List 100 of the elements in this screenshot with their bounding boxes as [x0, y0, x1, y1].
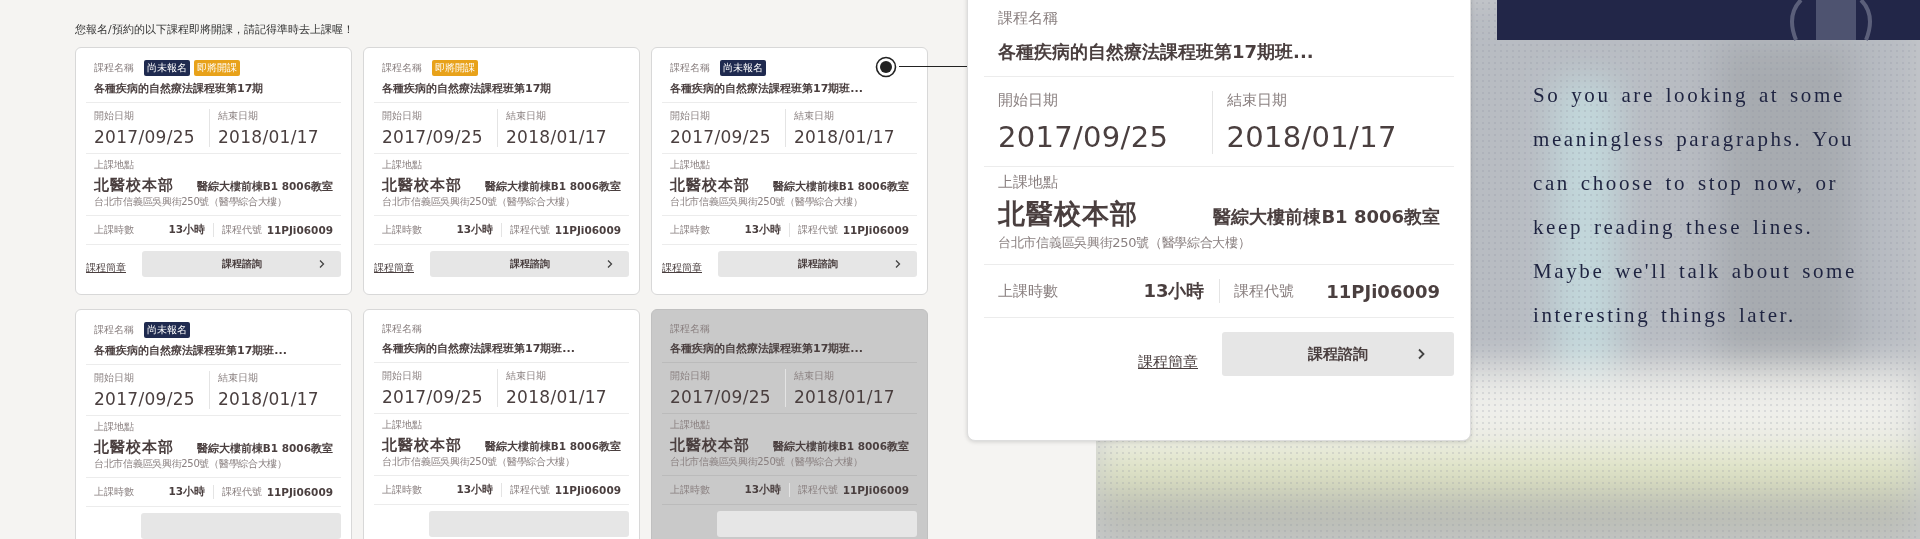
field-label: 上課地點: [94, 158, 135, 172]
field-label: 上課地點: [382, 158, 423, 172]
field-label: 課程名稱: [94, 61, 134, 75]
field-label: 結束日期: [506, 369, 547, 383]
course-code: 11PJi06009: [842, 224, 909, 236]
campus-name: 北醫校本部: [94, 176, 174, 195]
course-code: 11PJi06009: [266, 486, 333, 498]
end-date: 2018/01/17: [794, 127, 896, 147]
course-title: 各種疾病的自然療法課程班第17期班...: [94, 343, 288, 358]
address-text: 台北市信義區吳興街250號（醫學綜合大樓）: [998, 234, 1252, 252]
chevron-icon: [607, 259, 613, 269]
room-text: 醫綜大樓前棟B1 8006教室: [772, 180, 909, 194]
status-badge: 即將開課: [194, 60, 240, 76]
field-label: 開始日期: [998, 91, 1059, 110]
field-label: 課程代號: [798, 223, 838, 237]
brochure-link[interactable]: 課程簡章: [374, 261, 414, 275]
address-text: 台北市信義區吳興街250號（醫學綜合大樓）: [94, 457, 288, 471]
field-label: 課程代號: [798, 483, 838, 497]
consult-button[interactable]: [429, 511, 629, 537]
course-code: 11PJi06009: [1326, 280, 1440, 302]
field-label: 結束日期: [218, 371, 259, 385]
hours-value: 13小時: [744, 223, 781, 237]
course-title: 各種疾病的自然療法課程班第17期班...: [382, 341, 576, 356]
hours-value: 13小時: [168, 485, 205, 499]
consult-button[interactable]: [141, 513, 341, 539]
chevron-icon: [319, 259, 325, 269]
campus-name: 北醫校本部: [94, 438, 174, 457]
course-title: 各種疾病的自然療法課程班第17期: [94, 81, 265, 96]
campus-name: 北醫校本部: [382, 436, 462, 455]
hours-value: 13小時: [456, 483, 493, 497]
field-label: 開始日期: [670, 369, 711, 383]
status-badge: 即將開課: [432, 60, 478, 76]
campus-name: 北醫校本部: [998, 197, 1138, 231]
start-date: 2017/09/25: [670, 127, 772, 147]
field-label: 課程名稱: [998, 9, 1059, 28]
course-title: 各種疾病的自然療法課程班第17期: [382, 81, 553, 96]
field-label: 結束日期: [794, 109, 835, 123]
field-label: 開始日期: [382, 369, 423, 383]
room-text: 醫綜大樓前棟B1 8006教室: [196, 180, 333, 194]
consult-button[interactable]: 課程諮詢: [142, 251, 341, 277]
campus-name: 北醫校本部: [670, 436, 750, 455]
chevron-icon: [895, 259, 901, 269]
start-date: 2017/09/25: [94, 127, 196, 147]
field-label: 開始日期: [670, 109, 711, 123]
end-date: 2018/01/17: [218, 127, 320, 147]
field-label: 上課地點: [382, 418, 423, 432]
status-badge: 尚未報名: [144, 60, 190, 76]
start-date: 2017/09/25: [382, 127, 484, 147]
field-label: 課程代號: [222, 485, 262, 499]
field-label: 課程代號: [222, 223, 262, 237]
field-label: 上課時數: [382, 483, 422, 497]
field-label: 課程代號: [1233, 281, 1294, 301]
address-text: 台北市信義區吳興街250號（醫學綜合大樓）: [670, 455, 864, 469]
course-code: 11PJi06009: [554, 224, 621, 236]
field-label: 結束日期: [794, 369, 835, 383]
room-text: 醫綜大樓前棟B1 8006教室: [196, 442, 333, 456]
end-date: 2018/01/17: [794, 387, 896, 407]
field-label: 課程名稱: [382, 322, 422, 336]
field-label: 開始日期: [94, 371, 135, 385]
hours-value: 13小時: [1143, 279, 1205, 303]
status-badge: 尚未報名: [144, 322, 190, 338]
end-date: 2018/01/17: [218, 389, 320, 409]
address-text: 台北市信義區吳興街250號（醫學綜合大樓）: [382, 195, 576, 209]
start-date: 2017/09/25: [94, 389, 196, 409]
chevron-icon: [1417, 347, 1426, 361]
hours-value: 13小時: [456, 223, 493, 237]
room-text: 醫綜大樓前棟B1 8006教室: [772, 440, 909, 454]
field-label: 開始日期: [94, 109, 135, 123]
address-text: 台北市信義區吳興街250號（醫學綜合大樓）: [382, 455, 576, 469]
course-title: 各種疾病的自然療法課程班第17期班...: [670, 341, 864, 356]
course-title: 各種疾病的自然療法課程班第17期班...: [998, 40, 1315, 64]
campus-name: 北醫校本部: [382, 176, 462, 195]
field-label: 課程名稱: [670, 61, 710, 75]
room-text: 醫綜大樓前棟B1 8006教室: [484, 180, 621, 194]
field-label: 上課時數: [670, 223, 710, 237]
course-code: 11PJi06009: [554, 484, 621, 496]
paragraph-text: So you are looking at some meaningless paragraphs. You can choose to stop now, or keep reading these lines. Maybe we'll talk about some interesting things later.: [1533, 82, 1858, 329]
field-label: 上課地點: [998, 173, 1059, 192]
field-label: 結束日期: [218, 109, 259, 123]
brochure-link[interactable]: 課程簡章: [662, 261, 702, 275]
field-label: 上課地點: [670, 158, 711, 172]
hours-value: 13小時: [744, 483, 781, 497]
brochure-link[interactable]: 課程簡章: [1138, 353, 1198, 372]
consult-button[interactable]: 課程諮詢: [430, 251, 629, 277]
consult-button[interactable]: 課程諮詢: [1222, 332, 1454, 376]
field-label: 課程名稱: [382, 61, 422, 75]
consult-button[interactable]: 課程諮詢: [718, 251, 917, 277]
address-text: 台北市信義區吳興街250號（醫學綜合大樓）: [94, 195, 288, 209]
address-text: 台北市信義區吳興街250號（醫學綜合大樓）: [670, 195, 864, 209]
course-code: 11PJi06009: [266, 224, 333, 236]
field-label: 結束日期: [506, 109, 547, 123]
field-label: 上課時數: [382, 223, 422, 237]
field-label: 課程名稱: [94, 323, 134, 337]
course-code: 11PJi06009: [842, 484, 909, 496]
end-date: 2018/01/17: [1226, 120, 1398, 154]
end-date: 2018/01/17: [506, 387, 608, 407]
start-date: 2017/09/25: [382, 387, 484, 407]
field-label: 課程代號: [510, 483, 550, 497]
brochure-link[interactable]: 課程簡章: [86, 261, 126, 275]
start-date: 2017/09/25: [670, 387, 772, 407]
